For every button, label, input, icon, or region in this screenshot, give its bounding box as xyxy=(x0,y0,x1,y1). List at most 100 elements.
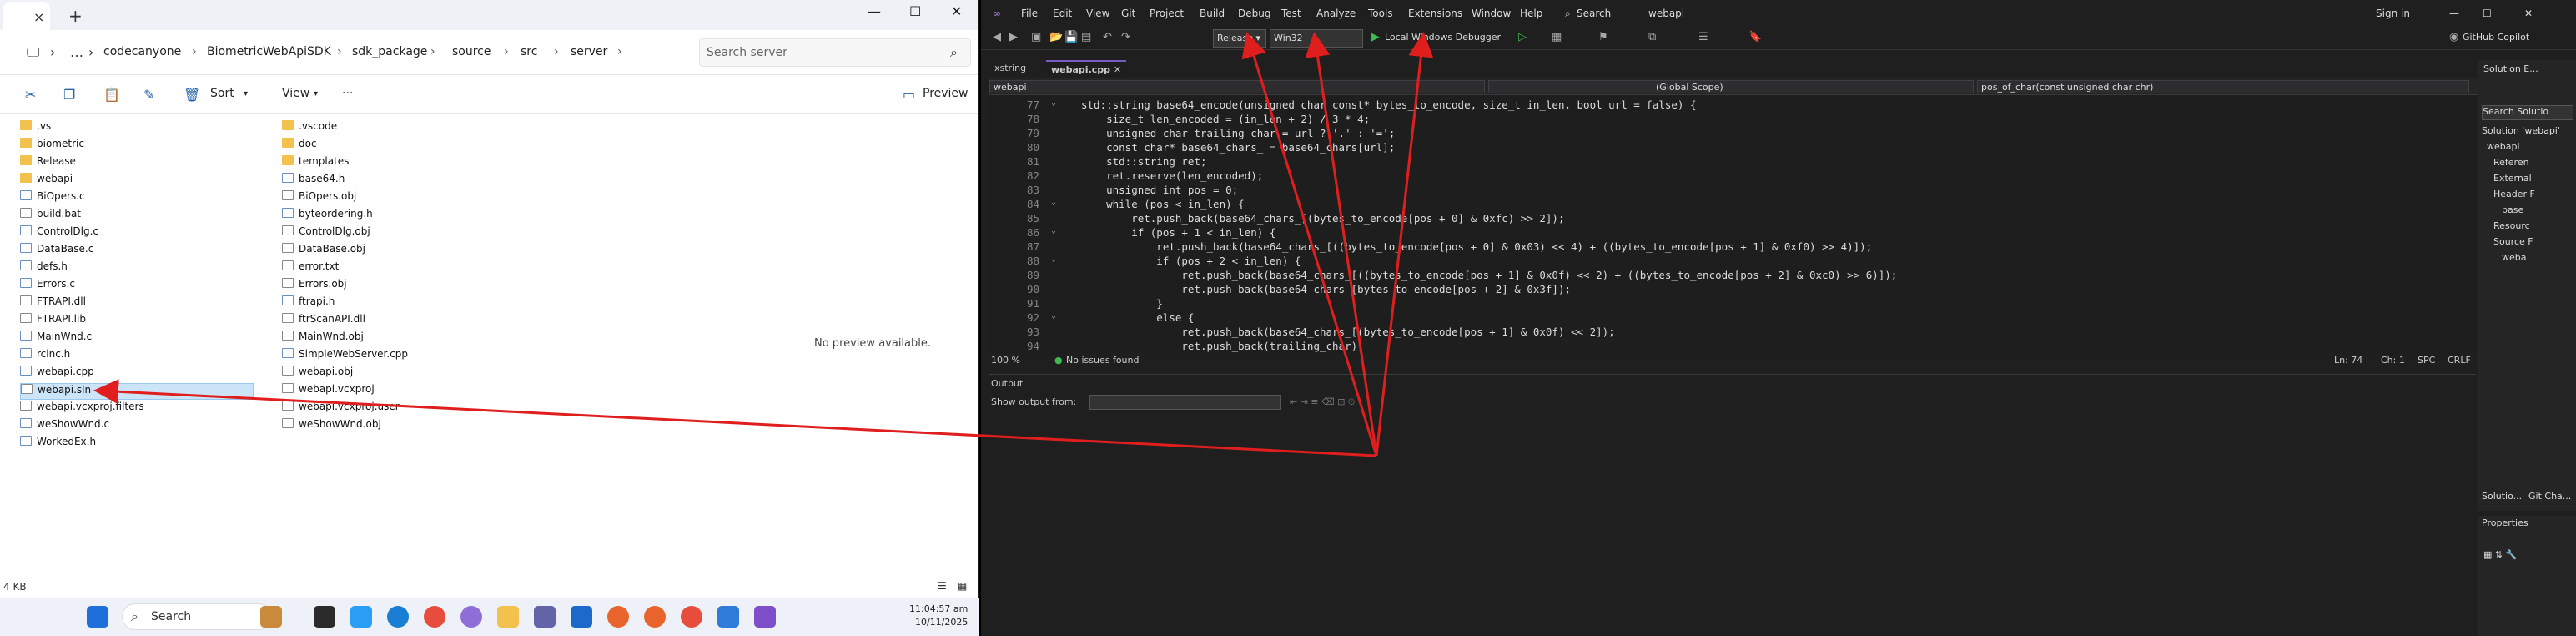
file-item[interactable]: webapi.vcxproj.filters xyxy=(20,401,254,417)
solution-tree-item[interactable]: webapi xyxy=(2487,141,2520,156)
file-item[interactable]: webapi.sln xyxy=(20,383,254,400)
solution-search[interactable]: Search Solutio xyxy=(2482,105,2573,120)
delete-icon[interactable]: 🗑 xyxy=(184,87,200,103)
file-item[interactable]: SimpleWebServer.cpp xyxy=(282,348,516,365)
solution-tree-item[interactable]: Solution 'webapi' xyxy=(2482,125,2560,140)
open-icon[interactable]: 📂 xyxy=(1049,31,1063,43)
file-item[interactable]: webapi.obj xyxy=(282,366,516,382)
redo-icon[interactable]: ↷ xyxy=(1121,31,1130,43)
file-item[interactable]: weShowWnd.c xyxy=(20,418,254,435)
task-view-icon[interactable] xyxy=(314,606,335,628)
breadcrumb-item[interactable]: codecanyone xyxy=(103,45,181,58)
sign-in-link[interactable]: Sign in xyxy=(2376,8,2410,19)
close-tab-icon[interactable]: ✕ xyxy=(1114,64,1121,75)
scope-dropdown[interactable]: (Global Scope) xyxy=(1488,80,1974,93)
folder-item[interactable]: Release xyxy=(20,155,254,172)
play-icon[interactable]: ▶ xyxy=(1371,31,1380,43)
toolbar-tool-icon[interactable]: ☰ xyxy=(1698,31,1708,43)
start-debugger-button[interactable]: Local Windows Debugger xyxy=(1385,32,1501,43)
outlook-icon[interactable] xyxy=(571,606,592,628)
explorer-tab[interactable]: × xyxy=(3,2,50,30)
start-icon[interactable] xyxy=(87,606,108,628)
file-item[interactable]: BiOpers.c xyxy=(20,190,254,207)
indent-mode[interactable]: SPC xyxy=(2418,355,2435,366)
save-all-icon[interactable]: ▤ xyxy=(1081,31,1091,43)
file-item[interactable]: webapi.vcxproj xyxy=(282,383,516,400)
folder-item[interactable]: biometric xyxy=(20,138,254,154)
file-item[interactable]: rclnc.h xyxy=(20,348,254,365)
tab-xstring[interactable]: xstring xyxy=(989,60,1031,77)
back-icon[interactable]: ◀ xyxy=(993,31,1001,43)
menu-debug[interactable]: Debug xyxy=(1238,8,1270,19)
file-item[interactable]: defs.h xyxy=(20,260,254,277)
fold-icon[interactable]: ⌄ xyxy=(1051,255,1056,264)
platform-dropdown[interactable]: Win32 xyxy=(1270,29,1363,48)
undo-icon[interactable]: ↶ xyxy=(1103,31,1112,43)
tab-webapi-cpp[interactable]: webapi.cpp ✕ xyxy=(1046,60,1127,77)
breadcrumb-item[interactable]: source xyxy=(452,45,491,58)
cut-icon[interactable]: ✂ xyxy=(25,87,36,103)
file-item[interactable]: DataBase.obj xyxy=(282,243,516,260)
breadcrumb-item[interactable]: BiometricWebApiSDK xyxy=(207,45,331,58)
vscode-icon[interactable] xyxy=(717,606,739,628)
fold-icon[interactable]: ⌄ xyxy=(1051,311,1056,321)
solution-tree-item[interactable]: weba xyxy=(2502,252,2527,267)
details-view-icon[interactable]: ☰ xyxy=(938,580,947,592)
file-item[interactable]: Errors.obj xyxy=(282,278,516,295)
file-item[interactable]: BiOpers.obj xyxy=(282,190,516,207)
sort-button[interactable]: Sort xyxy=(210,87,234,100)
file-item[interactable]: DataBase.c xyxy=(20,243,254,260)
configuration-dropdown[interactable]: Release ▾ xyxy=(1213,29,1266,48)
start-without-debugging-icon[interactable]: ▷ xyxy=(1518,31,1527,43)
minimize-icon[interactable]: — xyxy=(2449,8,2459,19)
teams-icon[interactable] xyxy=(534,606,556,628)
maximize-icon[interactable]: ☐ xyxy=(909,3,921,19)
folder-item[interactable]: doc xyxy=(282,138,516,154)
file-item[interactable]: build.bat xyxy=(20,208,254,225)
chrome-icon[interactable] xyxy=(681,606,702,628)
app-icon[interactable] xyxy=(460,606,482,628)
copilot-icon[interactable]: ◉ xyxy=(2449,31,2458,43)
file-item[interactable]: FTRAPI.lib xyxy=(20,313,254,330)
close-tab-icon[interactable]: × xyxy=(33,9,44,25)
chrome-icon[interactable] xyxy=(424,606,445,628)
file-item[interactable]: Errors.c xyxy=(20,278,254,295)
breadcrumb-item[interactable]: server xyxy=(571,45,607,58)
tiles-view-icon[interactable]: ▦ xyxy=(958,580,967,592)
menu-help[interactable]: Help xyxy=(1520,8,1542,19)
file-item[interactable]: base64.h xyxy=(282,173,516,189)
taskbar-search[interactable]: ⌕ Search xyxy=(122,603,272,630)
solution-tree-item[interactable]: External xyxy=(2493,173,2532,188)
menu-edit[interactable]: Edit xyxy=(1053,8,1072,19)
output-source-dropdown[interactable] xyxy=(1089,395,1281,410)
menu-extensions[interactable]: Extensions xyxy=(1408,8,1462,19)
menu-test[interactable]: Test xyxy=(1281,8,1301,19)
menu-build[interactable]: Build xyxy=(1200,8,1225,19)
file-item[interactable]: WorkedEx.h xyxy=(20,436,254,452)
menu-file[interactable]: File xyxy=(1021,8,1038,19)
file-item[interactable]: MainWnd.obj xyxy=(282,331,516,347)
file-explorer-icon[interactable] xyxy=(497,606,519,628)
firefox-icon[interactable] xyxy=(644,606,666,628)
computer-icon[interactable]: 🖵 xyxy=(27,44,39,61)
folder-item[interactable]: .vs xyxy=(20,120,254,137)
breadcrumb-item[interactable]: src xyxy=(521,45,537,58)
more-options-button[interactable]: ··· xyxy=(342,87,353,100)
search-input[interactable]: Search server xyxy=(707,46,787,59)
rename-icon[interactable]: ✎ xyxy=(143,87,154,103)
new-tab-icon[interactable]: + xyxy=(68,6,83,26)
menu-search[interactable]: Search xyxy=(1577,8,1611,19)
line-ending[interactable]: CRLF xyxy=(2448,355,2471,366)
minimize-icon[interactable]: — xyxy=(868,3,881,19)
member-dropdown[interactable]: pos_of_char(const unsigned char chr) xyxy=(1977,80,2469,93)
git-changes-tab[interactable]: Git Cha... xyxy=(2528,491,2571,506)
file-item[interactable]: FTRAPI.dll xyxy=(20,295,254,312)
file-item[interactable]: ftrapi.h xyxy=(282,295,516,312)
copy-icon[interactable]: ❐ xyxy=(63,87,75,103)
menu-project[interactable]: Project xyxy=(1150,8,1184,19)
save-icon[interactable]: 💾 xyxy=(1064,31,1078,43)
maximize-icon[interactable]: ☐ xyxy=(2483,8,2492,19)
file-item[interactable]: ControlDlg.c xyxy=(20,225,254,242)
file-item[interactable]: webapi.cpp xyxy=(20,366,254,382)
file-item[interactable]: ControlDlg.obj xyxy=(282,225,516,242)
